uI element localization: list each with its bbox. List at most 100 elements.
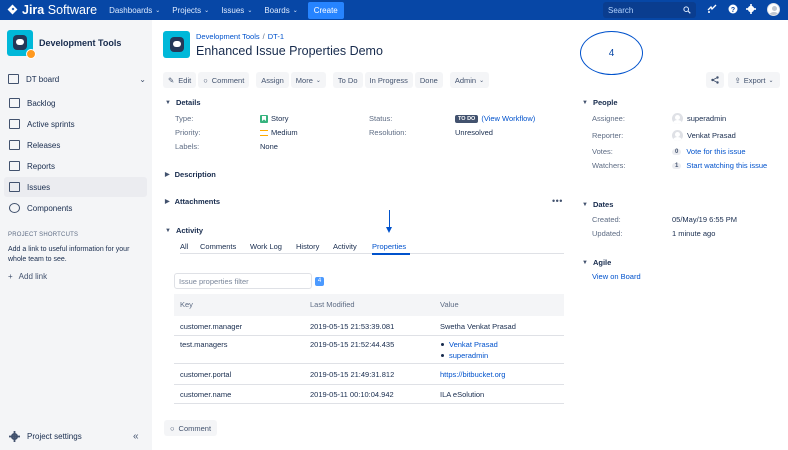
bottom-comment-button[interactable]: ○ Comment bbox=[164, 420, 218, 436]
start-watching-link[interactable]: Start watching this issue bbox=[686, 161, 767, 170]
view-workflow-link[interactable]: (View Workflow) bbox=[481, 114, 535, 123]
list-item[interactable]: superadmin bbox=[440, 351, 498, 362]
logo-product-text: Software bbox=[47, 3, 98, 17]
list-item[interactable]: Venkat Prasad bbox=[440, 340, 498, 351]
description-heading: Description bbox=[174, 170, 216, 179]
activity-heading: Activity bbox=[175, 226, 204, 235]
tab-history[interactable]: History bbox=[296, 242, 319, 251]
vote-for-issue-link[interactable]: Vote for this issue bbox=[686, 147, 745, 156]
chevron-down-icon: ▼ bbox=[582, 259, 588, 266]
type-label: Type: bbox=[175, 114, 194, 123]
sidebar-item-label: Issues bbox=[27, 182, 51, 192]
create-button[interactable]: Create bbox=[307, 1, 344, 19]
backlog-icon bbox=[9, 98, 20, 108]
sidebar-project-header[interactable]: Development Tools bbox=[7, 30, 122, 59]
project-avatar[interactable] bbox=[163, 31, 190, 58]
project-settings-link[interactable]: Project settings bbox=[9, 431, 82, 442]
admin-button[interactable]: Admin ⌄ bbox=[449, 72, 490, 88]
nav-boards-label: Boards bbox=[264, 5, 290, 15]
dates-section-toggle[interactable]: ▼ Dates bbox=[582, 200, 613, 209]
releases-icon bbox=[9, 140, 20, 150]
view-on-board-link[interactable]: View on Board bbox=[592, 272, 641, 281]
sidebar-item-reports[interactable]: Reports bbox=[4, 156, 147, 176]
chevron-down-icon: ⌄ bbox=[204, 7, 210, 14]
todo-button[interactable]: To Do bbox=[332, 72, 363, 88]
sidebar-item-active-sprints[interactable]: Active sprints bbox=[4, 114, 147, 134]
done-button[interactable]: Done bbox=[414, 72, 443, 88]
svg-text:?: ? bbox=[731, 7, 735, 14]
property-key: test.managers bbox=[180, 340, 228, 349]
notifications-icon[interactable] bbox=[706, 4, 718, 16]
comment-icon: ○ bbox=[170, 423, 175, 433]
created-label: Created: bbox=[592, 215, 621, 224]
tab-activity[interactable]: Activity bbox=[333, 242, 357, 251]
gear-icon[interactable] bbox=[745, 4, 757, 16]
issue-properties-filter-input[interactable] bbox=[174, 273, 312, 289]
priority-value-text: Medium bbox=[271, 128, 298, 137]
created-value: 05/May/19 6:55 PM bbox=[672, 215, 738, 224]
reports-icon bbox=[9, 161, 20, 171]
comment-label: Comment bbox=[178, 423, 212, 433]
active-tab-indicator bbox=[372, 253, 410, 255]
edit-button[interactable]: ✎ Edit bbox=[163, 72, 197, 88]
help-icon[interactable]: ? bbox=[727, 4, 739, 16]
nav-dashboards-label: Dashboards bbox=[109, 5, 153, 15]
breadcrumb-project-link[interactable]: Development Tools bbox=[196, 32, 260, 41]
type-value-text: Story bbox=[271, 114, 289, 123]
people-section-toggle[interactable]: ▼ People bbox=[582, 98, 618, 107]
collapse-sidebar-icon[interactable]: « bbox=[133, 431, 139, 442]
search-input[interactable]: Search bbox=[603, 2, 696, 18]
details-heading: Details bbox=[175, 98, 201, 107]
sidebar-item-releases[interactable]: Releases bbox=[4, 135, 147, 155]
share-button[interactable] bbox=[706, 72, 724, 88]
property-value-link[interactable]: https://bitbucket.org bbox=[440, 370, 505, 379]
tab-work-log[interactable]: Work Log bbox=[250, 242, 282, 251]
sidebar-item-label: Active sprints bbox=[27, 119, 75, 129]
assign-button[interactable]: Assign bbox=[256, 72, 289, 88]
chevron-down-icon: ⌄ bbox=[768, 77, 774, 84]
project-sidebar: Development Tools DT board ⌄ Backlog Act… bbox=[0, 20, 152, 450]
issue-title[interactable]: Enhanced Issue Properties Demo bbox=[196, 44, 383, 58]
jira-logo[interactable]: Jira Software bbox=[8, 0, 97, 20]
attachments-heading: Attachments bbox=[174, 197, 221, 206]
reporter-value[interactable]: Venkat Prasad bbox=[672, 130, 736, 141]
description-section-toggle[interactable]: ▶ Description bbox=[165, 170, 216, 179]
assignee-name: superadmin bbox=[687, 114, 727, 123]
more-options-icon[interactable]: ••• bbox=[552, 196, 563, 206]
agile-heading: Agile bbox=[592, 258, 612, 267]
export-icon: ⇪ bbox=[734, 75, 741, 85]
sidebar-item-label: Releases bbox=[27, 140, 61, 150]
reporter-name: Venkat Prasad bbox=[687, 131, 736, 140]
activity-section-toggle[interactable]: ▼ Activity bbox=[165, 226, 203, 235]
comment-button[interactable]: ○ Comment bbox=[198, 72, 250, 88]
export-button[interactable]: ⇪ Export ⌄ bbox=[728, 72, 780, 88]
chevron-down-icon: ⌄ bbox=[479, 77, 485, 84]
details-section-toggle[interactable]: ▼ Details bbox=[165, 98, 201, 107]
nav-boards[interactable]: Boards ⌄ bbox=[264, 6, 297, 15]
in-progress-button[interactable]: In Progress bbox=[364, 72, 413, 88]
tab-comments[interactable]: Comments bbox=[200, 242, 236, 251]
table-row: customer.portal 2019-05-15 21:49:31.812 … bbox=[174, 364, 564, 385]
sidebar-project-name: Development Tools bbox=[39, 38, 122, 48]
more-button[interactable]: More ⌄ bbox=[290, 72, 326, 88]
story-icon bbox=[260, 114, 268, 123]
attachments-section-toggle[interactable]: ▶ Attachments bbox=[165, 197, 220, 206]
board-label: DT board bbox=[26, 74, 60, 84]
add-link-button[interactable]: + Add link bbox=[8, 272, 47, 281]
nav-projects[interactable]: Projects ⌄ bbox=[172, 6, 209, 15]
agile-section-toggle[interactable]: ▼ Agile bbox=[582, 258, 611, 267]
annotation-circle: 4 bbox=[580, 31, 643, 75]
sidebar-item-backlog[interactable]: Backlog bbox=[4, 93, 147, 113]
sidebar-item-components[interactable]: Components bbox=[4, 198, 147, 218]
sidebar-item-issues[interactable]: Issues bbox=[4, 177, 147, 197]
tab-all[interactable]: All bbox=[180, 242, 188, 251]
assignee-label: Assignee: bbox=[592, 114, 625, 123]
nav-issues[interactable]: Issues ⌄ bbox=[221, 6, 252, 15]
tab-properties[interactable]: Properties bbox=[372, 242, 406, 251]
nav-dashboards[interactable]: Dashboards ⌄ bbox=[109, 6, 160, 15]
board-selector[interactable]: DT board ⌄ bbox=[8, 74, 146, 84]
user-avatar[interactable] bbox=[767, 3, 780, 16]
breadcrumb-issue-key-link[interactable]: DT-1 bbox=[268, 32, 284, 41]
assignee-value[interactable]: superadmin bbox=[672, 113, 726, 124]
issue-toolbar: ✎ Edit ○ Comment Assign More ⌄ To Do In Pro… bbox=[163, 72, 491, 88]
